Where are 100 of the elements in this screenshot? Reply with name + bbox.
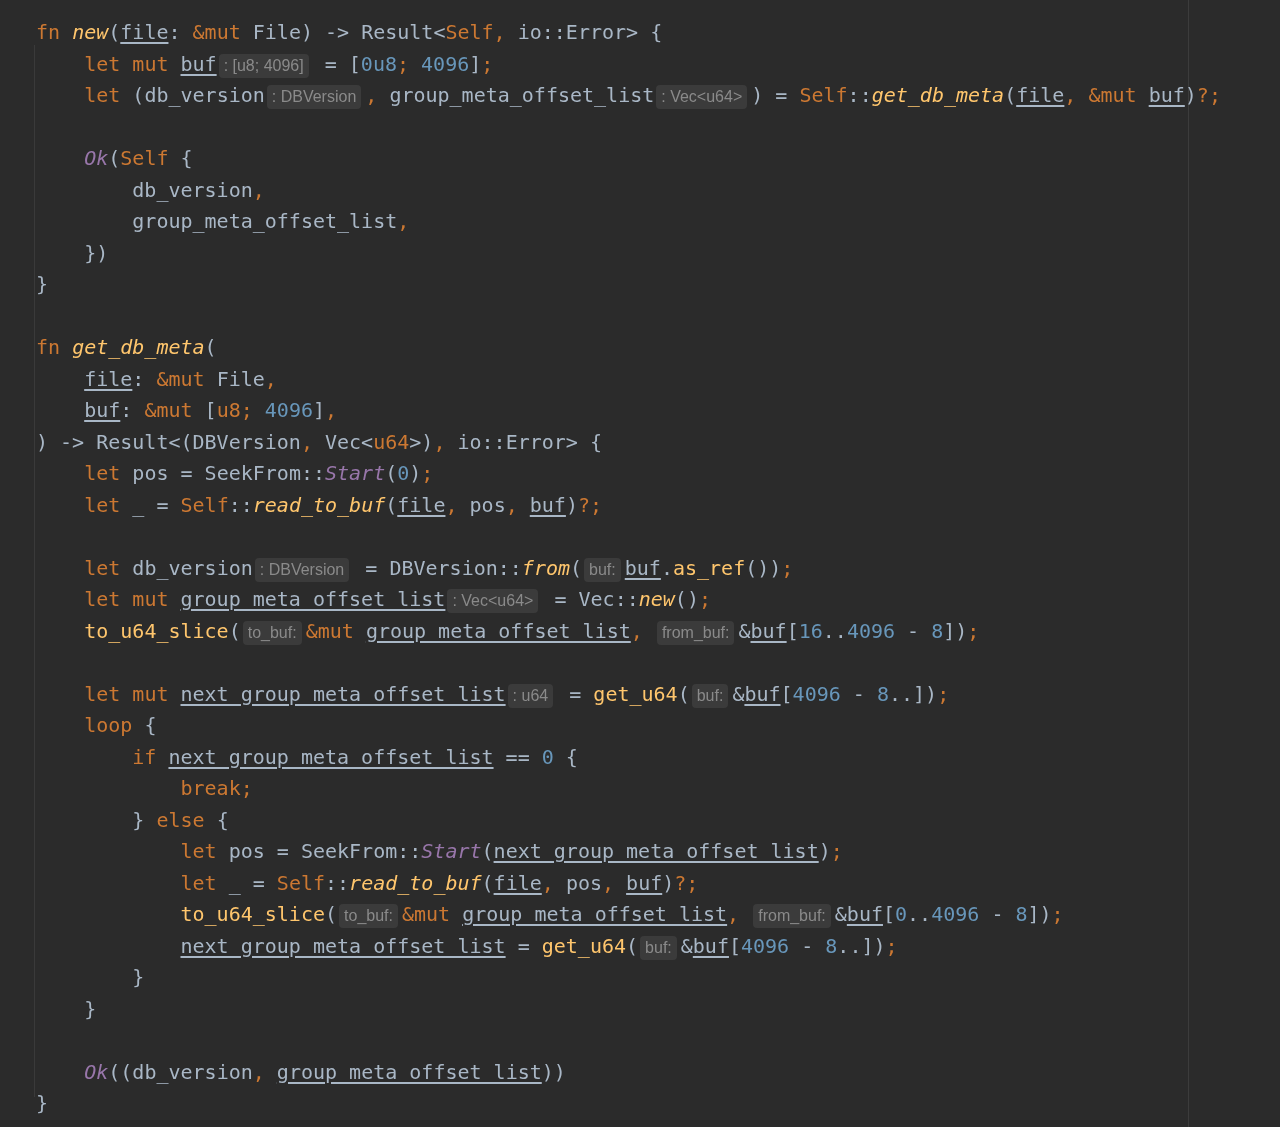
code-text: : xyxy=(132,366,146,391)
code-text: _ = xyxy=(228,870,266,895)
keyword: , xyxy=(397,209,410,233)
keyword: ; xyxy=(967,618,980,643)
mutable-variable: buf xyxy=(84,398,121,422)
function-name: read_to_buf xyxy=(349,870,482,895)
keyword: Self xyxy=(120,146,169,170)
function-name: new xyxy=(638,587,675,611)
mutable-variable: group_meta_offset_list xyxy=(462,902,728,926)
code-text: :: xyxy=(325,870,350,895)
keyword: , xyxy=(541,870,555,895)
number-literal: 4096 xyxy=(846,618,896,643)
mutable-variable: next_group_meta_offset_list xyxy=(180,681,506,706)
code-text: (db_version xyxy=(132,83,265,107)
code-text: & xyxy=(732,681,745,706)
inlay-hint: from_buf: xyxy=(656,620,735,645)
code-text: ) -> Result<(DBVersion xyxy=(36,429,301,454)
keyword: let mut xyxy=(84,51,170,76)
inlay-hint: to_buf: xyxy=(339,904,398,928)
keyword: , xyxy=(1064,83,1078,107)
code-text: } xyxy=(84,996,97,1021)
code-text: db_version xyxy=(132,177,253,202)
mutable-variable: buf xyxy=(624,555,661,580)
keyword: let mut xyxy=(84,681,170,706)
code-text: : xyxy=(120,398,134,422)
enum-variant: Ok xyxy=(84,1059,109,1084)
code-text: } xyxy=(36,272,49,296)
keyword: ?; xyxy=(1196,83,1221,107)
mutable-variable: buf xyxy=(529,492,566,517)
number-literal: 0 xyxy=(895,902,908,926)
mutable-variable: buf xyxy=(626,870,663,895)
code-text: ( xyxy=(325,902,338,926)
function-name: get_db_meta xyxy=(72,335,205,359)
keyword: ; xyxy=(781,555,794,580)
keyword: , xyxy=(252,177,265,202)
code-text: group_meta_offset_list xyxy=(132,209,398,233)
code-text: io::Error> { xyxy=(457,429,602,454)
keyword: loop xyxy=(84,713,134,737)
number-literal: 4096 xyxy=(792,681,841,706)
mutable-variable: group_meta_offset_list xyxy=(180,587,446,611)
mutable-variable: buf xyxy=(750,618,787,643)
keyword: u8; xyxy=(216,398,254,422)
function-name: as_ref xyxy=(672,555,746,580)
code-text: [ xyxy=(882,902,895,926)
keyword: let xyxy=(84,461,122,485)
code-text: ) xyxy=(565,492,578,517)
code-text: = xyxy=(569,681,583,706)
code-text: ] xyxy=(469,51,482,76)
code-text: :: xyxy=(847,83,872,107)
code-text: pos xyxy=(469,492,506,517)
code-text: >) xyxy=(409,429,434,454)
code-text: = Vec:: xyxy=(554,587,639,611)
keyword: , xyxy=(264,366,277,391)
mutable-variable: next_group_meta_offset_list xyxy=(493,839,819,863)
code-text: io::Error> { xyxy=(517,20,663,44)
code-text: ) xyxy=(818,839,831,863)
code-text: = DBVersion:: xyxy=(365,555,522,580)
enum-variant: Ok xyxy=(84,146,109,170)
code-text: pos = SeekFrom:: xyxy=(228,839,422,863)
inlay-hint: : Vec<u64> xyxy=(447,589,539,613)
code-text: :: xyxy=(228,492,253,517)
code-text: - xyxy=(852,681,866,706)
code-text: & xyxy=(680,933,693,958)
mutable-variable: file xyxy=(397,492,446,517)
keyword: ; xyxy=(698,587,711,611)
number-literal: 8 xyxy=(1015,902,1028,926)
code-text: pos = SeekFrom:: xyxy=(132,461,325,485)
mutable-variable: buf xyxy=(1148,83,1185,107)
number-literal: 0 xyxy=(541,744,554,769)
code-text: { xyxy=(565,744,578,769)
inlay-hint: : [u8; 4096] xyxy=(218,53,309,78)
keyword: let xyxy=(84,555,122,580)
mutable-variable: buf xyxy=(180,51,217,76)
code-text: . xyxy=(660,555,673,580)
keyword: fn xyxy=(36,20,62,44)
code-text: [ xyxy=(204,398,217,422)
mutable-variable: group_meta_offset_list xyxy=(276,1059,542,1084)
code-text: ((db_version xyxy=(108,1059,253,1084)
keyword: ; xyxy=(885,933,898,958)
code-text: ()) xyxy=(745,555,782,580)
code-text: )) xyxy=(541,1059,566,1084)
code-text: { xyxy=(216,807,229,832)
keyword: , xyxy=(493,20,507,44)
code-text: ) xyxy=(662,870,675,895)
number-literal: 4096 xyxy=(741,933,790,958)
keyword: , xyxy=(602,870,616,895)
keyword: ; xyxy=(481,51,494,76)
function-name: to_u64_slice xyxy=(84,618,229,643)
inlay-hint: : DBVersion xyxy=(254,557,350,582)
number-literal: 16 xyxy=(798,618,823,643)
code-text: } xyxy=(132,965,145,989)
inlay-hint: from_buf: xyxy=(753,904,831,928)
mutable-variable: buf xyxy=(744,681,781,706)
number-literal: 0u8 xyxy=(360,51,397,76)
mutable-variable: file xyxy=(493,870,542,895)
keyword: &mut xyxy=(1088,83,1138,107)
keyword: &mut xyxy=(192,20,242,44)
inlay-hint: : Vec<u64> xyxy=(656,85,748,109)
enum-variant: Start xyxy=(325,461,386,485)
code-text: ]) xyxy=(1027,902,1052,926)
